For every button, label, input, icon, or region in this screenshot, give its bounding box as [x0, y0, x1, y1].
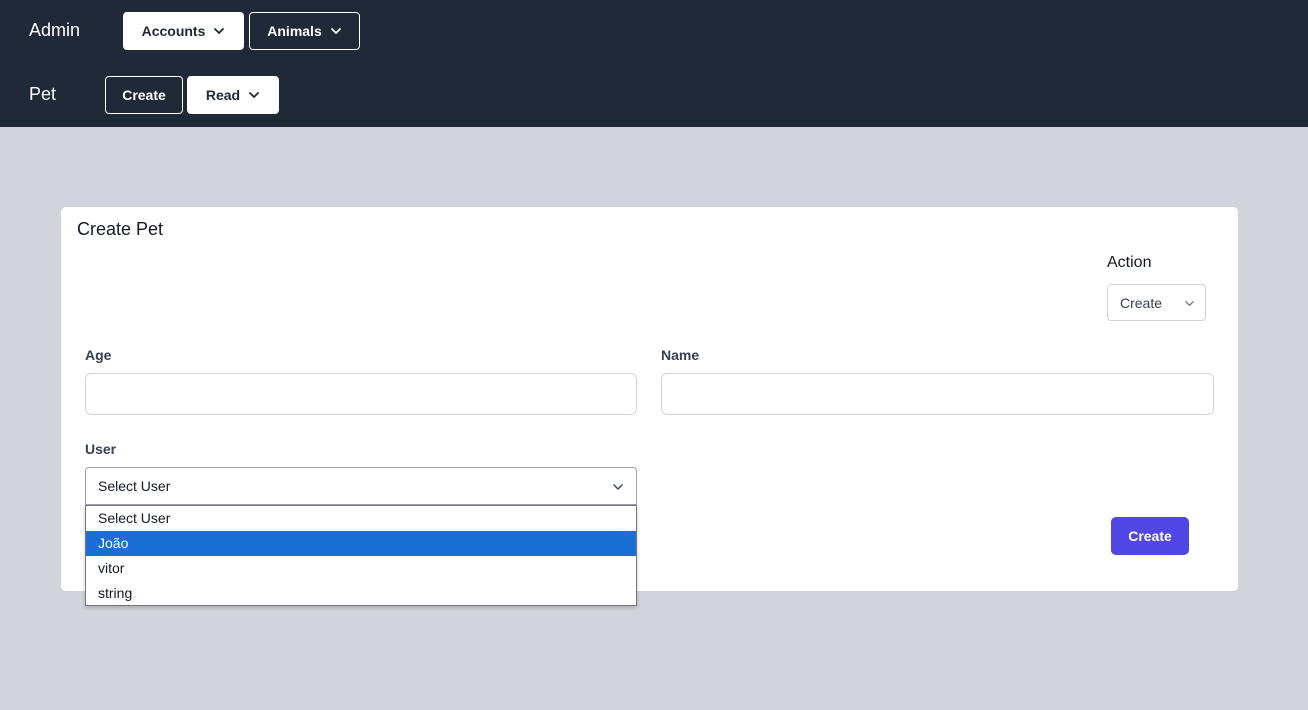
- chevron-down-icon: [613, 484, 623, 490]
- age-input[interactable]: [85, 373, 637, 415]
- chevron-down-icon: [330, 28, 341, 34]
- action-select[interactable]: Create: [1107, 284, 1206, 321]
- user-select-value: Select User: [98, 478, 171, 494]
- name-input[interactable]: [661, 373, 1214, 415]
- animals-menu-button[interactable]: Animals: [249, 12, 360, 50]
- chevron-down-icon: [214, 28, 225, 34]
- page-title: Create Pet: [77, 219, 164, 239]
- read-menu-label: Read: [205, 87, 241, 103]
- create-nav-button[interactable]: Create: [105, 76, 183, 114]
- chevron-down-icon: [1185, 301, 1194, 306]
- chevron-down-icon: [249, 92, 260, 98]
- accounts-menu-button[interactable]: Accounts: [123, 12, 244, 50]
- accounts-menu-label: Accounts: [141, 23, 206, 39]
- top-navigation: Admin Accounts Animals Pet Create Read: [0, 0, 1308, 127]
- create-button[interactable]: Create: [1111, 517, 1189, 555]
- user-option[interactable]: string: [86, 581, 636, 606]
- user-dropdown-list: Select User João vitor string: [85, 505, 637, 606]
- action-select-value: Create: [1120, 294, 1163, 311]
- animals-menu-label: Animals: [267, 23, 322, 39]
- name-label: Name: [661, 347, 700, 363]
- user-label: User: [85, 441, 117, 457]
- user-option[interactable]: Select User: [86, 506, 636, 531]
- user-option[interactable]: João: [86, 531, 636, 556]
- read-menu-button[interactable]: Read: [187, 76, 279, 114]
- create-nav-label: Create: [122, 87, 166, 103]
- pet-label: Pet: [29, 84, 57, 104]
- user-select[interactable]: Select User: [85, 467, 637, 505]
- age-label: Age: [85, 347, 112, 363]
- user-option[interactable]: vitor: [86, 556, 636, 581]
- admin-label: Admin: [29, 20, 81, 40]
- action-label: Action: [1107, 254, 1152, 271]
